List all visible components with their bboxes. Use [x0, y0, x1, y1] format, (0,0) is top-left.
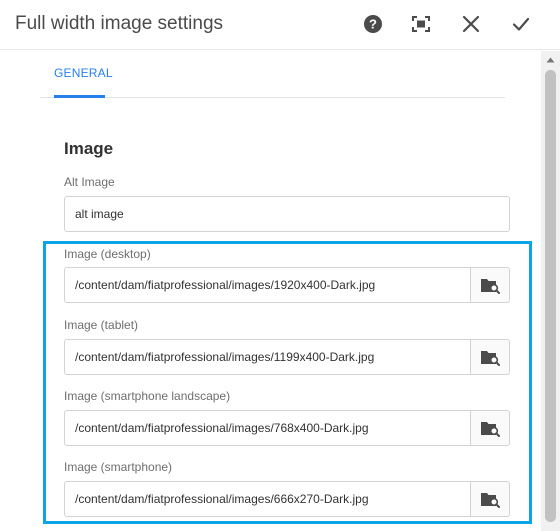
image-tablet-pathfield: /content/dam/fiatprofessional/images/119… — [64, 339, 510, 375]
folder-search-icon — [481, 493, 500, 508]
folder-search-icon — [481, 279, 500, 294]
image-desktop-pathfield: /content/dam/fiatprofessional/images/192… — [64, 267, 510, 303]
image-desktop-label: Image (desktop) — [64, 247, 151, 261]
scroll-up-arrow[interactable] — [541, 51, 560, 68]
folder-search-icon — [481, 422, 500, 437]
triangle-up-icon — [546, 57, 555, 62]
scrollbar-thumb[interactable] — [545, 70, 556, 522]
image-smartphone-landscape-browse-button[interactable] — [470, 411, 509, 445]
image-smartphone-label: Image (smartphone) — [64, 460, 173, 474]
help-circle-icon: ? — [364, 15, 382, 33]
close-icon — [462, 15, 480, 33]
image-tablet-browse-button[interactable] — [470, 340, 509, 374]
done-button[interactable] — [507, 10, 535, 38]
help-button[interactable]: ? — [359, 10, 387, 38]
selected-tab-indicator — [54, 95, 105, 98]
image-smartphone-browse-button[interactable] — [470, 482, 509, 516]
image-smartphone-landscape-label: Image (smartphone landscape) — [64, 389, 231, 403]
checkmark-icon — [512, 17, 530, 31]
image-desktop-input[interactable]: /content/dam/fiatprofessional/images/192… — [65, 268, 471, 302]
section-heading: Image — [64, 139, 114, 158]
image-smartphone-landscape-input[interactable]: /content/dam/fiatprofessional/images/768… — [65, 411, 471, 445]
folder-search-icon — [481, 351, 500, 366]
alt-image-field[interactable]: alt image — [64, 196, 510, 232]
tab-list: GENERAL — [40, 51, 505, 98]
image-tablet-input[interactable]: /content/dam/fiatprofessional/images/119… — [65, 340, 471, 374]
vertical-scrollbar[interactable] — [541, 51, 560, 531]
dialog-title: Full width image settings — [15, 13, 224, 34]
image-smartphone-input[interactable]: /content/dam/fiatprofessional/images/666… — [65, 482, 471, 516]
image-settings-dialog: Full width image settings ? GENERAL Imag… — [0, 0, 560, 531]
image-smartphone-pathfield: /content/dam/fiatprofessional/images/666… — [64, 481, 510, 517]
image-smartphone-landscape-pathfield: /content/dam/fiatprofessional/images/768… — [64, 410, 510, 446]
fullscreen-icon — [412, 16, 430, 32]
alt-image-label: Alt Image — [64, 175, 115, 189]
dialog-content: GENERAL Image Alt Image alt image Image … — [0, 51, 541, 531]
close-button[interactable] — [457, 10, 485, 38]
dialog-titlebar: Full width image settings ? — [0, 0, 560, 50]
tab-general[interactable]: GENERAL — [54, 66, 113, 80]
image-tablet-label: Image (tablet) — [64, 318, 139, 332]
fullscreen-button[interactable] — [407, 10, 435, 38]
image-desktop-browse-button[interactable] — [470, 268, 509, 302]
svg-text:?: ? — [369, 17, 377, 32]
